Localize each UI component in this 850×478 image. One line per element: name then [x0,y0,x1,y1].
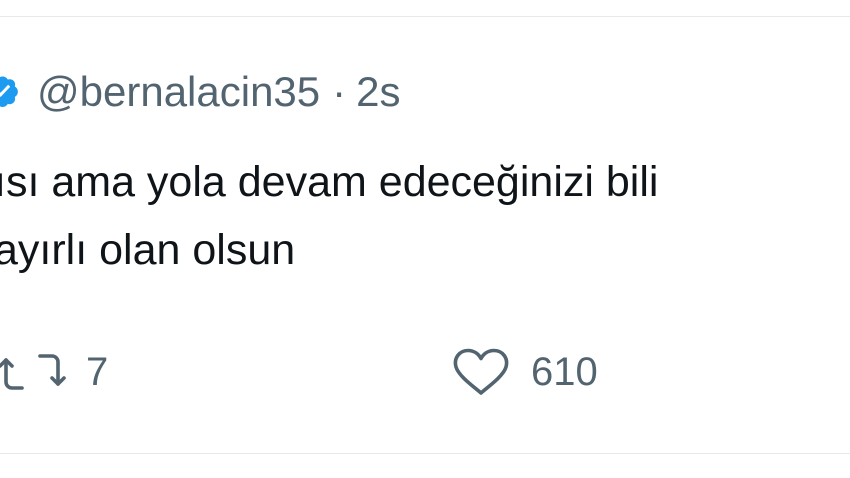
retweet-count: 7 [86,349,109,394]
timestamp[interactable]: 2s [356,68,400,116]
retweet-icon [0,354,66,390]
like-count: 610 [531,349,598,394]
tweet-text: ısı ama yola devam edeceğinizi bili ayır… [0,148,658,284]
top-divider [0,0,850,17]
tweet-card: @bernalacin35 · 2s ısı ama yola devam ed… [0,0,850,478]
verified-badge-icon [0,76,18,107]
retweet-button[interactable]: 7 [0,344,108,400]
bottom-divider [0,453,850,478]
user-handle[interactable]: @bernalacin35 [37,68,320,116]
header-separator: · [332,68,347,115]
tweet-text-line: ayırlı olan olsun [0,226,296,274]
tweet-text-line: ısı ama yola devam edeceğinizi bili [0,158,659,206]
like-button[interactable]: 610 [451,344,598,400]
tweet-header: @bernalacin35 · 2s [37,64,401,120]
heart-icon [453,348,509,395]
